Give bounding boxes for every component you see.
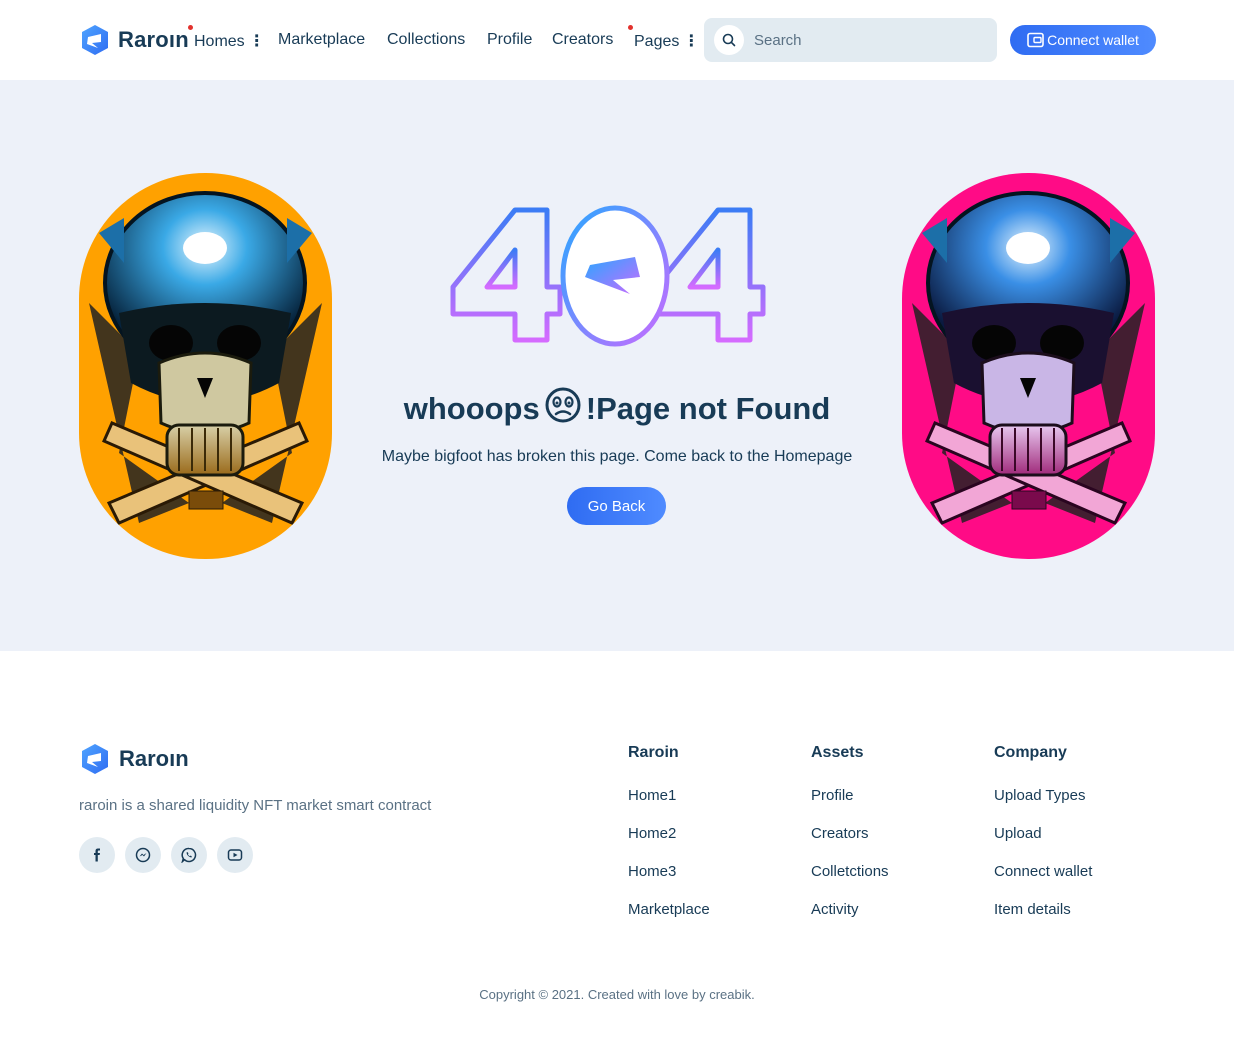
- nav-item-collections[interactable]: Collections: [387, 31, 465, 49]
- nav-item-pages[interactable]: Pages ⋮: [634, 31, 699, 51]
- footer-column-company: Company Upload Types Upload Connect wall…: [994, 744, 1092, 939]
- nav-item-marketplace[interactable]: Marketplace: [278, 31, 365, 49]
- search-icon[interactable]: [714, 25, 744, 55]
- raroin-logo-icon: [82, 25, 108, 55]
- skull-artwork-right: [902, 173, 1155, 559]
- worried-face-icon: [544, 386, 582, 432]
- footer-link-activity[interactable]: Activity: [811, 901, 889, 939]
- copyright-text: Copyright © 2021. Created with love by c…: [479, 987, 755, 1002]
- footer-link-home1[interactable]: Home1: [628, 787, 710, 825]
- nav-homes-label: Homes: [194, 33, 245, 50]
- footer-link-home2[interactable]: Home2: [628, 825, 710, 863]
- footer-link-upload[interactable]: Upload: [994, 825, 1092, 863]
- footer-column-raroin: Raroin Home1 Home2 Home3 Marketplace: [628, 744, 710, 939]
- messenger-icon[interactable]: [125, 837, 161, 873]
- nav-item-homes[interactable]: Homes ⋮: [194, 31, 265, 51]
- social-links: [79, 837, 263, 873]
- search-box: [704, 18, 997, 62]
- nav-pages-label: Pages: [634, 33, 680, 50]
- youtube-icon[interactable]: [217, 837, 253, 873]
- brand-name: Raroın: [118, 27, 189, 52]
- error-code-graphic: [450, 205, 766, 347]
- skull-artwork-left: [79, 173, 332, 559]
- wallet-icon: [1027, 32, 1044, 48]
- go-back-button[interactable]: Go Back: [567, 487, 666, 525]
- nav-item-profile[interactable]: Profile: [487, 31, 532, 49]
- footer-column-title: Company: [994, 744, 1067, 761]
- more-vertical-icon: ⋮: [248, 33, 265, 50]
- footer-column-assets: Assets Profile Creators Colletctions Act…: [811, 744, 889, 939]
- error-hero: whooops !Page not Found Maybe bigfoot ha…: [0, 80, 1234, 651]
- pages-notification-dot: [628, 25, 633, 30]
- footer-column-title: Raroin: [628, 744, 679, 761]
- footer-description: raroin is a shared liquidity NFT market …: [79, 797, 432, 814]
- footer-logo[interactable]: Raroın: [79, 743, 189, 775]
- homes-notification-dot: [188, 25, 193, 30]
- footer-link-profile[interactable]: Profile: [811, 787, 889, 825]
- footer-column-title: Assets: [811, 744, 864, 761]
- footer-link-upload-types[interactable]: Upload Types: [994, 787, 1092, 825]
- footer-link-creators[interactable]: Creators: [811, 825, 889, 863]
- header: Raroın Homes ⋮ Marketplace Collections Pr…: [0, 0, 1234, 80]
- footer-brand-name: Raroın: [119, 746, 189, 771]
- connect-wallet-label: Connect wallet: [1047, 32, 1139, 48]
- nav-item-creators[interactable]: Creators: [552, 31, 613, 49]
- footer-link-marketplace[interactable]: Marketplace: [628, 901, 710, 939]
- footer-link-connect-wallet[interactable]: Connect wallet: [994, 863, 1092, 901]
- search-input[interactable]: [754, 31, 974, 49]
- footer-link-collections[interactable]: Colletctions: [811, 863, 889, 901]
- footer-link-home3[interactable]: Home3: [628, 863, 710, 901]
- raroin-logo-icon: [82, 744, 108, 774]
- facebook-icon[interactable]: [79, 837, 115, 873]
- title-suffix: !Page not Found: [585, 391, 831, 426]
- connect-wallet-button[interactable]: Connect wallet: [1010, 25, 1156, 55]
- more-vertical-icon: ⋮: [683, 33, 700, 50]
- footer-link-item-details[interactable]: Item details: [994, 901, 1092, 939]
- logo[interactable]: Raroın: [79, 24, 189, 56]
- title-prefix: whooops: [403, 391, 540, 426]
- whatsapp-icon[interactable]: [171, 837, 207, 873]
